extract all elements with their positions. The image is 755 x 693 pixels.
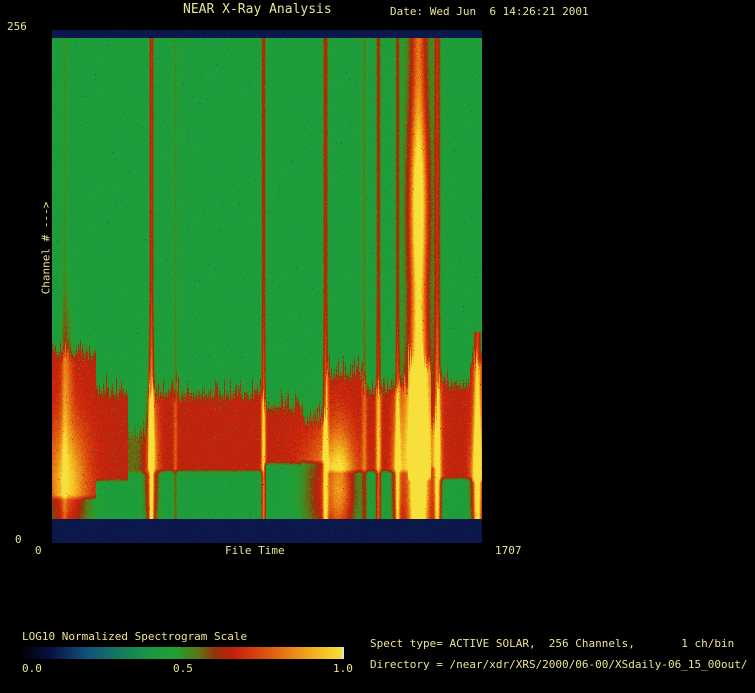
y-axis-min-label: 0 [15,534,22,546]
spect-type-info: Spect type= ACTIVE SOLAR, 256 Channels, … [370,638,734,650]
colorbar-tick-max: 1.0 [333,663,353,675]
near-xray-analysis-window: NEAR X-Ray Analysis Date: Wed Jun 6 14:2… [0,0,755,693]
x-axis-title: File Time [225,545,285,557]
y-axis-title: Channel # ---> [40,202,53,295]
colorbar-gradient [22,647,344,659]
header-date: Date: Wed Jun 6 14:26:21 2001 [390,6,589,18]
x-axis-min-label: 0 [35,545,42,557]
colorbar-tick-mid: 0.5 [173,663,193,675]
colorbar-tick-min: 0.0 [22,663,42,675]
page-title: NEAR X-Ray Analysis [183,4,332,16]
y-axis-max-label: 256 [7,21,27,33]
spectrogram-image [52,30,482,543]
directory-info: Directory = /near/xdr/XRS/2000/06-00/XSd… [370,659,748,671]
x-axis-max-label: 1707 [495,545,522,557]
colorbar-title: LOG10 Normalized Spectrogram Scale [22,631,247,643]
